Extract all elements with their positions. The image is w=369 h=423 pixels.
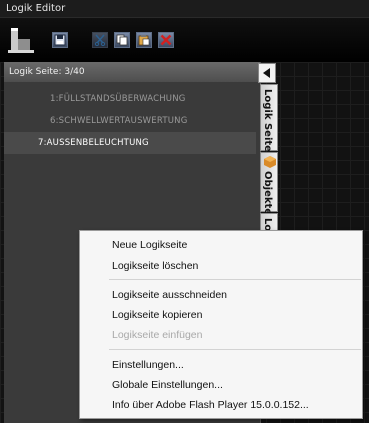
menu-item-label: Info über Adobe Flash Player 15.0.0.152.… xyxy=(112,399,309,411)
menu-item-label: Einstellungen... xyxy=(112,359,184,371)
page-list: 1:FÜLLSTANDSÜBERWACHUNG 6:SCHWELLWERTAUS… xyxy=(4,88,256,154)
menu-item-label: Logikseite löschen xyxy=(112,260,199,272)
collapse-panel-button[interactable] xyxy=(258,63,276,83)
menu-separator xyxy=(109,349,361,350)
menu-item-global-settings[interactable]: Globale Einstellungen... xyxy=(81,375,361,395)
page-item-label: 7:AUSSENBELEUCHTUNG xyxy=(38,138,149,148)
page-counter: Logik Seite: 3/40 xyxy=(9,67,85,77)
arrow-left-icon xyxy=(263,68,270,78)
menu-item-label: Neue Logikseite xyxy=(112,239,188,251)
copy-icon xyxy=(116,34,128,46)
menu-item-flash-info[interactable]: Info über Adobe Flash Player 15.0.0.152.… xyxy=(81,395,361,415)
title-bar: Logik Editor xyxy=(0,0,369,18)
page-item[interactable]: 6:SCHWELLWERTAUSWERTUNG xyxy=(4,110,256,132)
toolbar xyxy=(0,18,369,62)
menu-item-copy-page[interactable]: Logikseite kopieren xyxy=(81,305,361,325)
menu-separator xyxy=(109,279,361,280)
delete-icon xyxy=(160,34,172,46)
building-logo-icon xyxy=(8,28,34,53)
menu-item-delete-page[interactable]: Logikseite löschen xyxy=(81,256,361,276)
page-item-label: 6:SCHWELLWERTAUSWERTUNG xyxy=(50,116,188,126)
tab-label: Objekte xyxy=(262,171,273,216)
menu-item-new-page[interactable]: Neue Logikseite xyxy=(81,235,361,255)
save-button[interactable] xyxy=(52,32,68,48)
paste-button[interactable] xyxy=(136,32,152,48)
copy-button[interactable] xyxy=(114,32,130,48)
paste-icon xyxy=(138,35,150,46)
menu-item-paste-page: Logikseite einfügen xyxy=(81,325,361,345)
menu-item-label: Logikseite einfügen xyxy=(112,329,203,341)
tab-logik-seite[interactable]: Logik Seite xyxy=(260,84,278,152)
menu-item-label: Globale Einstellungen... xyxy=(112,379,223,391)
tab-objekte[interactable]: Objekte xyxy=(260,152,278,216)
page-item[interactable]: 1:FÜLLSTANDSÜBERWACHUNG xyxy=(4,88,256,110)
menu-item-label: Logikseite ausschneiden xyxy=(112,289,227,301)
menu-item-settings[interactable]: Einstellungen... xyxy=(81,355,361,375)
app-title: Logik Editor xyxy=(6,3,66,14)
delete-button[interactable] xyxy=(158,32,174,48)
save-icon xyxy=(54,34,66,46)
context-menu: Neue Logikseite Logikseite löschen Logik… xyxy=(79,230,363,419)
page-item-label: 1:FÜLLSTANDSÜBERWACHUNG xyxy=(50,94,186,104)
cut-button[interactable] xyxy=(92,32,108,48)
panel-header: Logik Seite: 3/40 xyxy=(4,62,260,82)
tab-label: Logik Seite xyxy=(262,89,273,152)
menu-item-cut-page[interactable]: Logikseite ausschneiden xyxy=(81,285,361,305)
cut-icon xyxy=(94,34,106,46)
cube-icon xyxy=(264,156,276,168)
page-item-selected[interactable]: 7:AUSSENBELEUCHTUNG xyxy=(4,132,256,154)
menu-item-label: Logikseite kopieren xyxy=(112,309,203,321)
